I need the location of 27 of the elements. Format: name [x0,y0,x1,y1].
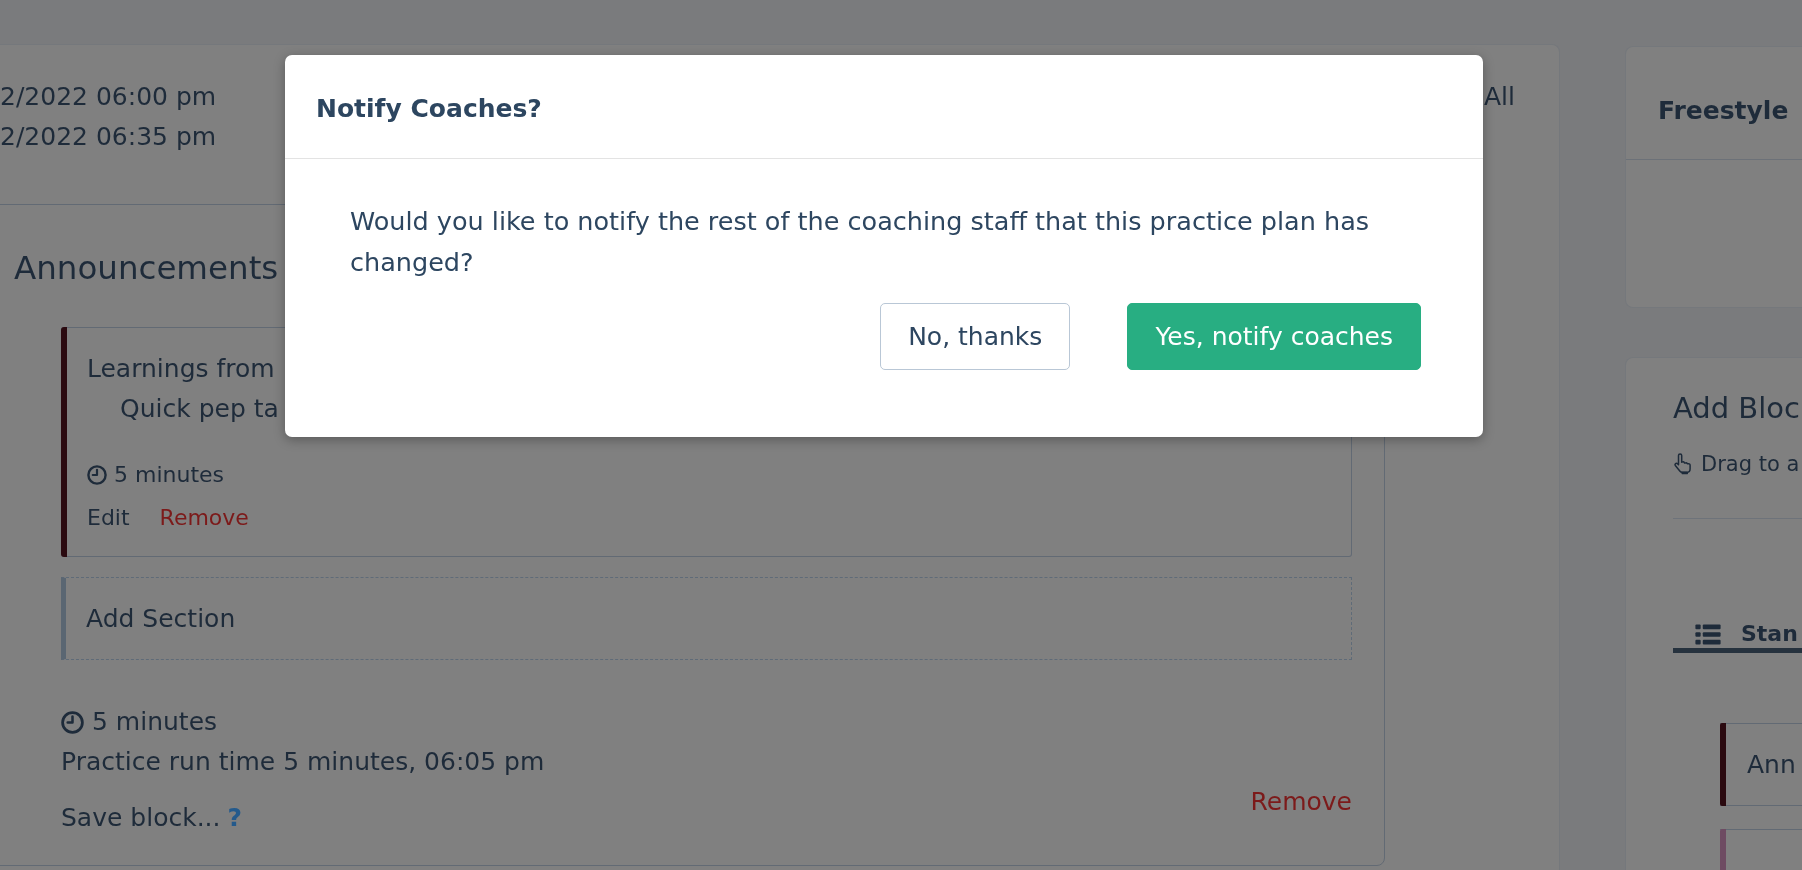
all-link[interactable]: All [1484,77,1515,117]
run-time-text: Practice run time 5 minutes, 06:05 pm [61,747,545,776]
dialog-title: Notify Coaches? [316,94,542,123]
card-title: Add Bloc [1673,391,1800,425]
block-type-item[interactable]: Ann [1720,723,1802,806]
card-title: Freestyle [1658,96,1789,125]
dialog-message: Would you like to notify the rest of the coaching staff that this practice plan has changed? [350,205,1371,279]
duration-text: 5 minutes [114,461,225,489]
duration-text: 5 minutes [92,706,218,738]
decline-button[interactable]: No, thanks [880,303,1071,370]
start-time-text: 2/2022 06:00 pm [0,81,217,113]
end-time-text: 2/2022 06:35 pm [0,121,217,153]
save-block-link[interactable]: Save block... [61,798,221,838]
block-title: Announcements [14,249,279,287]
list-icon [1695,623,1721,645]
clock-icon [61,710,84,734]
tab[interactable]: Stan [1673,620,1802,653]
remove-link[interactable]: Remove [159,501,249,535]
section-title: Learnings from [87,354,275,383]
edit-link[interactable]: Edit [87,501,130,535]
hint-text: Drag to a [1701,451,1800,478]
section-description: Quick pep ta [120,394,279,423]
clock-icon [87,465,107,485]
add-section-button[interactable]: Add Section [61,577,1352,660]
pointing-hand-icon [1673,453,1693,475]
confirm-button[interactable]: Yes, notify coaches [1127,303,1421,370]
remove-link[interactable]: Remove [1250,782,1352,822]
